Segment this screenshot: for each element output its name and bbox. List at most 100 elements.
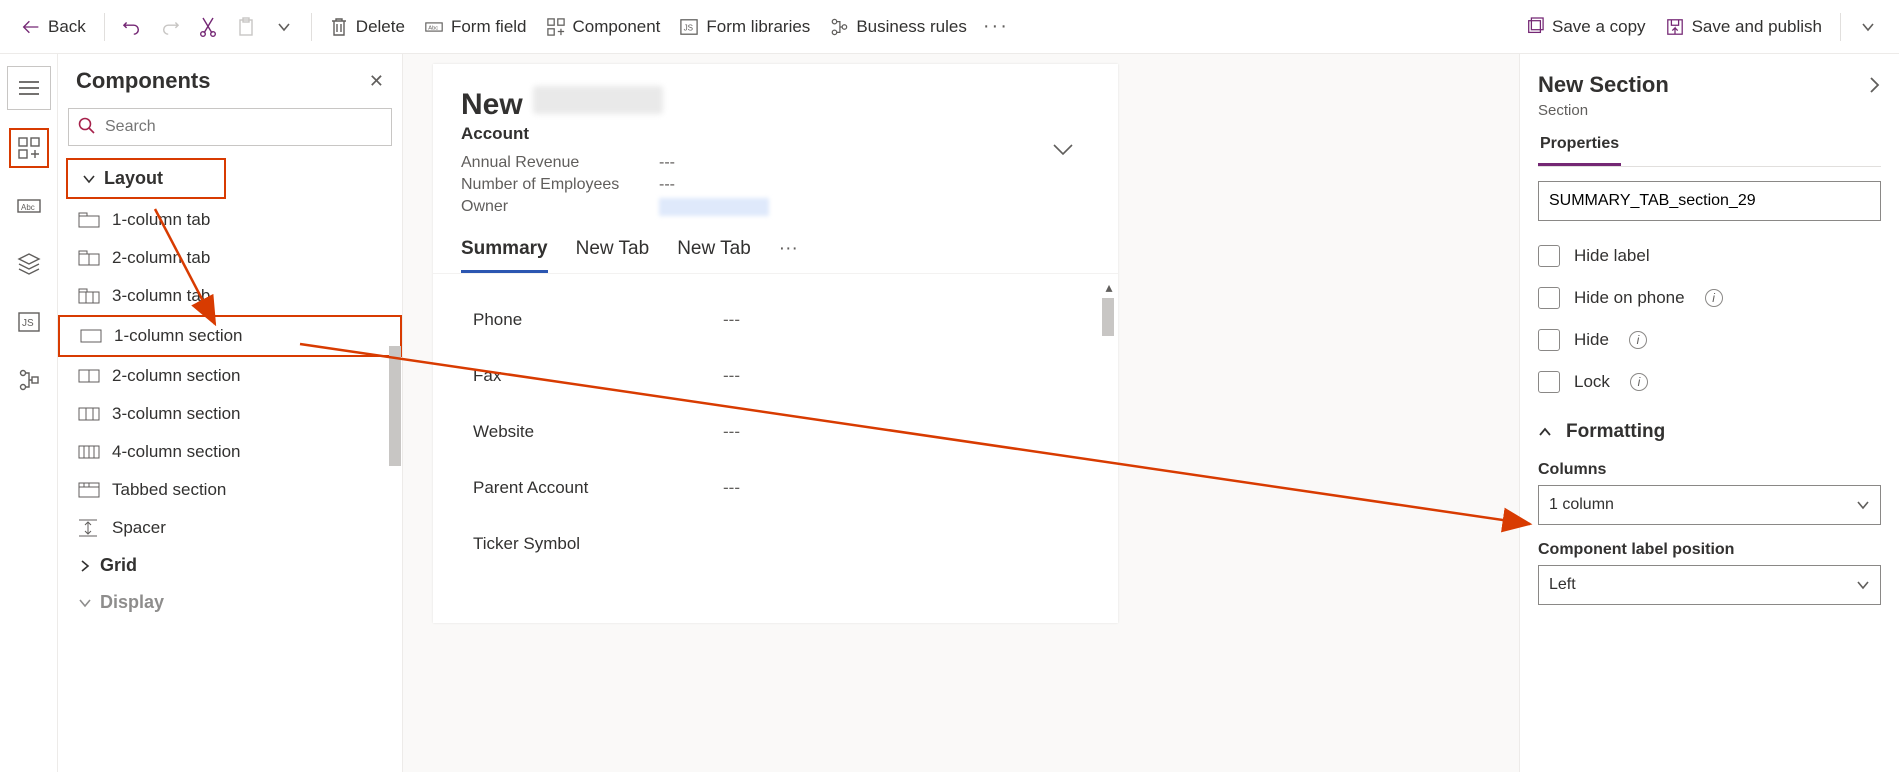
form-field-button[interactable]: Abc Form field xyxy=(415,11,537,43)
chevron-right-icon[interactable] xyxy=(1867,74,1881,96)
label-position-label: Component label position xyxy=(1538,541,1881,559)
check-label: Hide label xyxy=(1574,246,1650,266)
undo-button[interactable] xyxy=(113,12,151,42)
item-label: 1-column tab xyxy=(112,210,210,230)
save-dropdown[interactable] xyxy=(1849,12,1887,42)
item-1-column-section[interactable]: 1-column section xyxy=(58,315,402,357)
item-tabbed-section[interactable]: Tabbed section xyxy=(58,471,402,509)
chevron-down-icon[interactable] xyxy=(1052,142,1074,156)
section-name-input[interactable] xyxy=(1538,181,1881,221)
chevron-down-icon xyxy=(78,596,92,610)
chevron-down-icon xyxy=(1859,18,1877,36)
group-grid[interactable]: Grid xyxy=(58,547,402,584)
info-icon[interactable]: i xyxy=(1629,331,1647,349)
check-label: Hide on phone xyxy=(1574,288,1685,308)
tab-new-2[interactable]: New Tab xyxy=(677,238,751,273)
field-value: --- xyxy=(723,310,740,330)
hamburger-button[interactable] xyxy=(7,66,51,110)
cut-button[interactable] xyxy=(189,12,227,42)
field-label: Fax xyxy=(473,366,723,386)
paste-dropdown[interactable] xyxy=(265,12,303,42)
rail-tree-button[interactable] xyxy=(9,360,49,400)
tab-icon xyxy=(78,211,100,229)
components-title: Components xyxy=(76,68,210,94)
group-layout[interactable]: Layout xyxy=(66,158,226,199)
checkbox-icon[interactable] xyxy=(1538,371,1560,393)
delete-button[interactable]: Delete xyxy=(320,11,415,43)
business-rules-label: Business rules xyxy=(856,17,967,37)
group-display[interactable]: Display xyxy=(58,584,402,621)
item-spacer[interactable]: Spacer xyxy=(58,509,402,547)
check-hide-phone[interactable]: Hide on phone i xyxy=(1538,277,1881,319)
form-entity: Account xyxy=(461,124,1090,144)
item-3-column-tab[interactable]: 3-column tab xyxy=(58,277,402,315)
scrollbar-thumb[interactable] xyxy=(389,346,401,466)
tab-summary[interactable]: Summary xyxy=(461,238,548,273)
formatting-header[interactable]: Formatting xyxy=(1538,403,1881,453)
layout-items: 1-column tab 2-column tab 3-column tab 1… xyxy=(58,201,402,547)
paste-button[interactable] xyxy=(227,12,265,42)
field-row[interactable]: Fax--- xyxy=(473,348,1078,404)
rail-js-button[interactable]: JS xyxy=(9,302,49,342)
group-layout-label: Layout xyxy=(104,168,163,189)
redo-icon xyxy=(161,18,179,36)
item-label: 3-column section xyxy=(112,404,241,424)
chevron-down-icon xyxy=(275,18,293,36)
hdr-field-value: --- xyxy=(659,154,675,172)
field-row[interactable]: Ticker Symbol xyxy=(473,516,1078,572)
rail-layers-button[interactable] xyxy=(9,244,49,284)
item-4-column-section[interactable]: 4-column section xyxy=(58,433,402,471)
checkbox-icon[interactable] xyxy=(1538,245,1560,267)
rules-icon xyxy=(830,18,848,36)
props-tab-properties[interactable]: Properties xyxy=(1538,129,1621,166)
spacer-icon xyxy=(78,519,100,537)
field-row[interactable]: Parent Account--- xyxy=(473,460,1078,516)
form-body-scrollbar[interactable]: ▴ xyxy=(1102,280,1116,610)
save-copy-button[interactable]: Save a copy xyxy=(1516,11,1656,43)
section-icon xyxy=(80,327,102,345)
item-2-column-section[interactable]: 2-column section xyxy=(58,357,402,395)
tabs-overflow[interactable]: ··· xyxy=(779,238,798,273)
checkbox-icon[interactable] xyxy=(1538,287,1560,309)
business-rules-button[interactable]: Business rules xyxy=(820,11,977,43)
components-scrollbar[interactable] xyxy=(388,224,402,654)
field-label: Parent Account xyxy=(473,478,723,498)
left-rail: Abc JS xyxy=(0,54,58,772)
form-libraries-button[interactable]: JS Form libraries xyxy=(670,11,820,43)
field-row[interactable]: Website--- xyxy=(473,404,1078,460)
tab-new-1[interactable]: New Tab xyxy=(576,238,650,273)
item-label: 2-column tab xyxy=(112,248,210,268)
scrollbar-thumb[interactable] xyxy=(1102,298,1114,336)
back-button[interactable]: Back xyxy=(12,11,96,43)
redo-button[interactable] xyxy=(151,12,189,42)
rail-formfield-button[interactable]: Abc xyxy=(9,186,49,226)
close-icon[interactable]: ✕ xyxy=(369,71,384,92)
info-icon[interactable]: i xyxy=(1705,289,1723,307)
scroll-up-icon[interactable]: ▴ xyxy=(1102,280,1116,294)
item-2-column-tab[interactable]: 2-column tab xyxy=(58,239,402,277)
item-label: Spacer xyxy=(112,518,166,538)
overflow-button[interactable]: ··· xyxy=(977,12,1015,42)
item-1-column-tab[interactable]: 1-column tab xyxy=(58,201,402,239)
group-grid-label: Grid xyxy=(100,555,137,576)
save-publish-button[interactable]: Save and publish xyxy=(1656,11,1832,43)
component-button[interactable]: Component xyxy=(537,11,671,43)
columns-select[interactable]: 1 column xyxy=(1538,485,1881,525)
checkbox-icon[interactable] xyxy=(1538,329,1560,351)
toolbar-separator xyxy=(311,13,312,41)
rail-components-button[interactable] xyxy=(9,128,49,168)
check-lock[interactable]: Locki xyxy=(1538,361,1881,403)
form-body: Phone--- Fax--- Website--- Parent Accoun… xyxy=(433,273,1118,623)
check-hide-label[interactable]: Hide label xyxy=(1538,235,1881,277)
label-position-select[interactable]: Left xyxy=(1538,565,1881,605)
info-icon[interactable]: i xyxy=(1630,373,1648,391)
search-input[interactable] xyxy=(68,108,392,146)
ellipsis-icon: ··· xyxy=(987,18,1005,36)
section-icon xyxy=(78,443,100,461)
field-label: Phone xyxy=(473,310,723,330)
trash-icon xyxy=(330,18,348,36)
check-hide[interactable]: Hidei xyxy=(1538,319,1881,361)
form-card[interactable]: New Account Annual Revenue--- Number of … xyxy=(433,64,1118,623)
item-3-column-section[interactable]: 3-column section xyxy=(58,395,402,433)
field-row[interactable]: Phone--- xyxy=(473,292,1078,348)
